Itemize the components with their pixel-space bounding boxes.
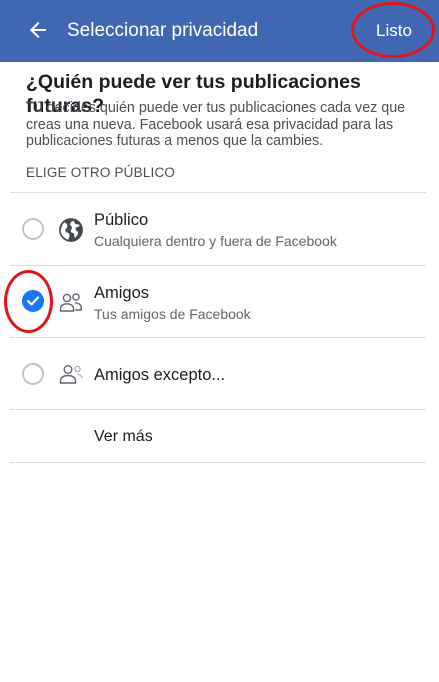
option-title: Amigos excepto...: [94, 366, 226, 384]
option-title: Amigos: [94, 284, 150, 302]
friends-icon: [59, 293, 82, 312]
top-bar: Seleccionar privacidad Listo: [0, 0, 439, 62]
checkmark-icon: [27, 296, 39, 306]
friends-except-icon: [59, 364, 83, 384]
radio-friends-except[interactable]: [22, 363, 44, 385]
section-label: ELIGE OTRO PÚBLICO: [26, 165, 176, 180]
option-subtitle: Tus amigos de Facebook: [94, 306, 251, 322]
radio-friends-checked[interactable]: [22, 290, 44, 312]
option-subtitle: Cualquiera dentro y fuera de Facebook: [94, 233, 337, 249]
divider: [10, 462, 426, 463]
option-friends[interactable]: Amigos Tus amigos de Facebook: [0, 266, 439, 338]
globe-icon: [59, 218, 83, 242]
divider: [10, 409, 426, 410]
option-public[interactable]: Público Cualquiera dentro y fuera de Fac…: [0, 193, 439, 265]
see-more-link[interactable]: Ver más: [94, 428, 153, 446]
arrow-left-icon[interactable]: [26, 18, 50, 42]
option-title: Público: [94, 211, 149, 229]
option-friends-except[interactable]: Amigos excepto...: [0, 338, 439, 410]
radio-public[interactable]: [22, 218, 44, 240]
description-text: Tú decides quién puede ver tus publicaci…: [26, 100, 406, 149]
page-title: Seleccionar privacidad: [67, 20, 259, 41]
done-button[interactable]: Listo: [360, 8, 428, 54]
